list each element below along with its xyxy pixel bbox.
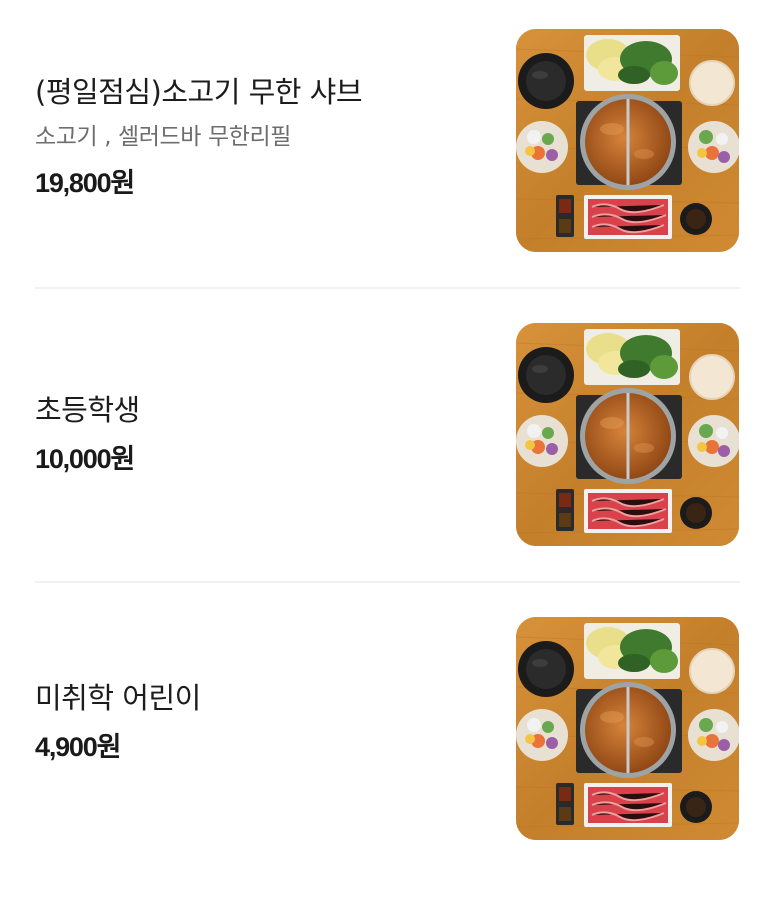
menu-item-photo[interactable] — [516, 29, 739, 252]
divider — [35, 581, 740, 583]
menu-item-price: 10,000원 — [35, 444, 135, 474]
menu-item-price: 19,800원 — [35, 168, 135, 198]
divider — [35, 287, 740, 289]
menu-item-info: 초등학생 10,000원 — [35, 392, 475, 476]
menu-item-photo[interactable] — [516, 323, 739, 546]
menu-item-name: 초등학생 — [35, 393, 140, 427]
menu-list: (평일점심)소고기 무한 샤브 소고기 , 셀러드바 무한리필 19,800원 … — [0, 0, 773, 870]
menu-item-photo[interactable] — [516, 617, 739, 840]
menu-item[interactable]: 초등학생 10,000원 — [35, 323, 740, 617]
shabu-shabu-set-photo — [516, 29, 739, 252]
menu-item[interactable]: (평일점심)소고기 무한 샤브 소고기 , 셀러드바 무한리필 19,800원 — [35, 29, 740, 323]
shabu-shabu-set-photo — [516, 323, 739, 546]
menu-item-name: 미취학 어린이 — [35, 681, 201, 715]
menu-item-name: (평일점심)소고기 무한 샤브 — [35, 75, 363, 109]
menu-item-info: (평일점심)소고기 무한 샤브 소고기 , 셀러드바 무한리필 19,800원 — [35, 74, 475, 200]
shabu-shabu-set-photo — [516, 617, 739, 840]
menu-item-info: 미취학 어린이 4,900원 — [35, 680, 475, 764]
menu-item-price: 4,900원 — [35, 732, 121, 762]
menu-item[interactable]: 미취학 어린이 4,900원 — [35, 617, 740, 911]
menu-item-description: 소고기 , 셀러드바 무한리필 — [35, 124, 292, 150]
